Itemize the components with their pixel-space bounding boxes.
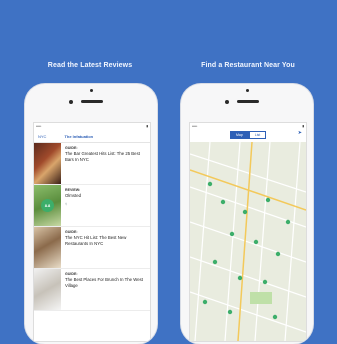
status-right: ▮ xyxy=(146,124,148,128)
sensor-dot xyxy=(225,100,229,104)
feed-item[interactable]: GUIDE: The NYC Hit List: The Best New Re… xyxy=(34,227,150,269)
locate-arrow-icon[interactable]: ➤ xyxy=(298,130,302,136)
restaurant-pin xyxy=(285,219,291,225)
back-button[interactable]: NYC xyxy=(38,134,46,139)
map-list-toggle: Map List xyxy=(230,131,267,139)
restaurant-pin xyxy=(253,239,259,245)
status-right: ▮ xyxy=(302,124,304,128)
brand-logo: The Infatuation xyxy=(64,133,94,139)
park-area xyxy=(250,292,272,304)
feed-title: The Bar Greatest Hits List: The 25 Best … xyxy=(65,151,140,162)
map-view[interactable] xyxy=(190,141,306,341)
status-left: ••••• xyxy=(192,124,198,128)
restaurant-pin xyxy=(202,299,208,305)
camera-dot xyxy=(90,89,93,92)
sensor-dot xyxy=(69,100,73,104)
restaurant-pin xyxy=(265,197,271,203)
restaurant-pin xyxy=(220,199,226,205)
status-bar: ••••• ▮ xyxy=(34,123,150,130)
speaker-grille xyxy=(237,100,259,103)
restaurant-photo xyxy=(34,227,61,268)
restaurant-pin xyxy=(272,314,278,320)
list-tab[interactable]: List xyxy=(248,131,267,139)
restaurant-pin xyxy=(262,279,268,285)
phone-frame-right: ••••• ▮ Map List ➤ xyxy=(181,84,313,344)
feed-item[interactable]: GUIDE: The Bar Greatest Hits List: The 2… xyxy=(34,143,150,185)
restaurant-pin xyxy=(229,231,235,237)
feed-item[interactable]: 8.8 REVIEW: Olmsted ⚲ xyxy=(34,185,150,227)
reviews-screen: ••••• ▮ NYC The Infatuation GUIDE: The Ba… xyxy=(33,122,151,342)
status-bar: ••••• ▮ xyxy=(190,123,306,130)
location-pin-icon: ⚲ xyxy=(65,201,68,206)
restaurant-pin xyxy=(242,209,248,215)
map-tab[interactable]: Map xyxy=(230,131,249,139)
reviews-navbar: NYC The Infatuation xyxy=(34,130,150,143)
restaurant-pin xyxy=(207,181,213,187)
status-left: ••••• xyxy=(36,124,42,128)
feed-text: GUIDE: The NYC Hit List: The Best New Re… xyxy=(61,227,150,268)
map-canvas xyxy=(190,141,306,341)
restaurant-pin xyxy=(212,259,218,265)
phone-frame-left: ••••• ▮ NYC The Infatuation GUIDE: The Ba… xyxy=(25,84,157,344)
restaurant-photo xyxy=(34,269,61,310)
feed-title: The Best Places For Brunch In The West V… xyxy=(65,277,143,288)
avenue-line xyxy=(284,141,301,341)
score-badge: 8.8 xyxy=(41,199,54,212)
speaker-grille xyxy=(81,100,103,103)
street-line xyxy=(190,221,306,263)
feed-text: GUIDE: The Best Places For Brunch In The… xyxy=(61,269,150,310)
feed-text: GUIDE: The Bar Greatest Hits List: The 2… xyxy=(61,143,150,184)
feed-item[interactable]: GUIDE: The Best Places For Brunch In The… xyxy=(34,269,150,311)
feed-title: Olmsted xyxy=(65,193,81,199)
left-panel-title: Read the Latest Reviews xyxy=(47,62,133,69)
restaurant-pin xyxy=(237,275,243,281)
right-panel-title: Find a Restaurant Near You xyxy=(201,62,295,69)
restaurant-photo: 8.8 xyxy=(34,185,61,226)
restaurant-photo xyxy=(34,143,61,184)
feed-title: The NYC Hit List: The Best New Restauran… xyxy=(65,235,127,246)
map-screen: ••••• ▮ Map List ➤ xyxy=(189,122,307,342)
restaurant-pin xyxy=(275,251,281,257)
camera-dot xyxy=(246,89,249,92)
restaurant-pin xyxy=(227,309,233,315)
feed-text: REVIEW: Olmsted ⚲ xyxy=(61,185,85,226)
avenue-line xyxy=(224,141,241,341)
